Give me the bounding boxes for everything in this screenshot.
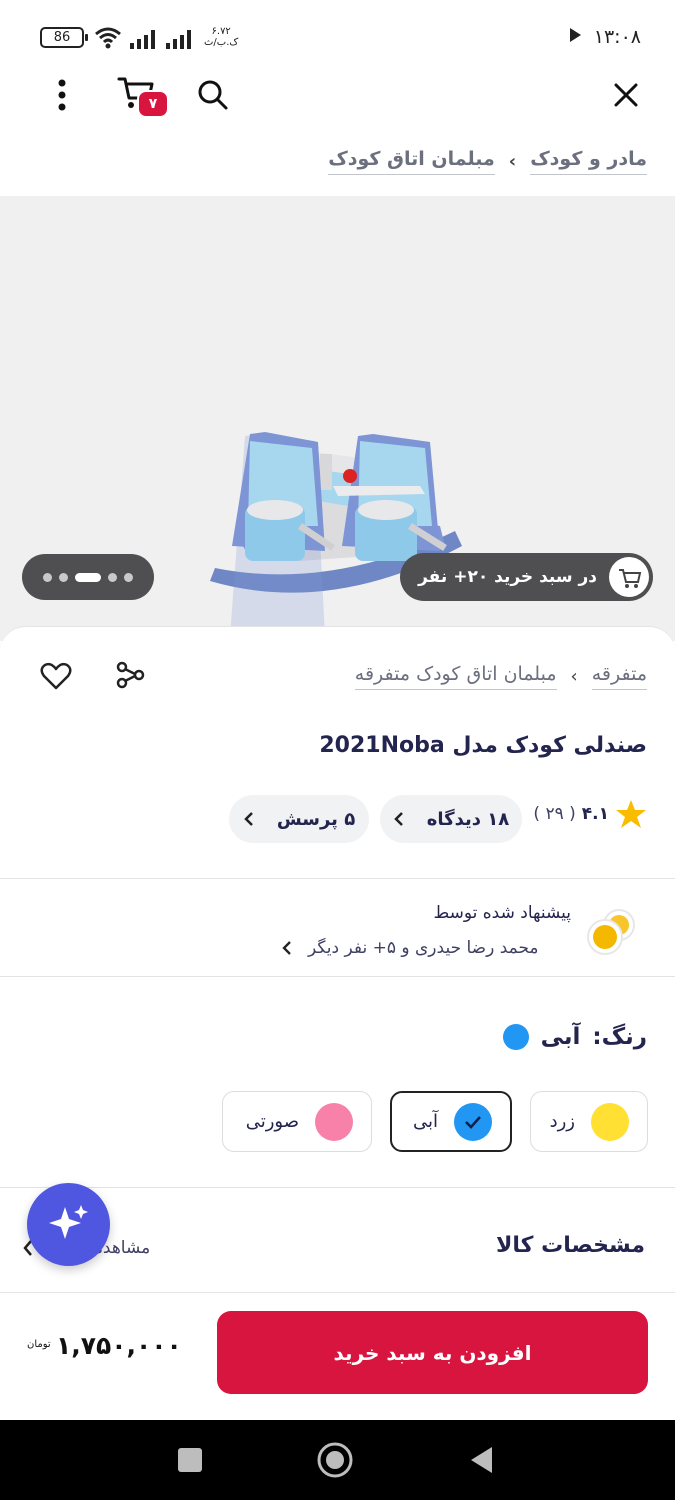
color-option-yellow[interactable]: زرد: [530, 1091, 648, 1152]
breadcrumb-separator: ›: [570, 666, 578, 687]
color-selected-dot: [502, 1024, 529, 1050]
system-navigation-bar: [0, 1420, 675, 1500]
signal-icon-1: [130, 30, 155, 49]
gallery-dot: [124, 572, 133, 582]
breadcrumb-separator: ›: [508, 151, 517, 172]
breadcrumb-item-misc[interactable]: متفرقه: [591, 663, 647, 690]
cart-popularity-pill: در سبد خرید ۲۰+ نفر: [400, 553, 653, 601]
specs-title: مشخصات کالا: [495, 1233, 645, 1258]
divider: [0, 976, 675, 977]
product-price: ۱,۷۵۰,۰۰۰: [56, 1331, 182, 1360]
suggest-badge-icon: [587, 909, 635, 955]
breadcrumb-item-kids-furniture[interactable]: مبلمان اتاق کودک: [328, 148, 495, 175]
cart-popularity-text: در سبد خرید ۲۰+ نفر: [418, 567, 597, 587]
color-option-label: صورتی: [245, 1111, 299, 1132]
suggested-by-link[interactable]: محمد رضا حیدری و ۵+ نفر دیگر: [282, 938, 539, 958]
ai-assistant-button[interactable]: [27, 1183, 110, 1266]
add-to-cart-button[interactable]: افزودن به سبد خرید: [217, 1311, 648, 1394]
breadcrumb-item-misc-furniture[interactable]: مبلمان اتاق کودک متفرقه: [354, 663, 557, 690]
signal-icon-2: [166, 30, 191, 49]
rating-value: ۴.۱: [581, 804, 609, 824]
suggested-by-title: پیشنهاد شده توسط: [433, 903, 571, 923]
yellow-swatch: [591, 1102, 629, 1141]
suggested-by-names: محمد رضا حیدری و ۵+ نفر دیگر: [308, 938, 539, 958]
product-rating: ۴.۱ ( ۲۹ ): [533, 798, 647, 830]
cart-badge: ۷: [137, 90, 169, 118]
network-speed-unit: ک.ب/ث: [204, 37, 239, 48]
sparkle-icon: [49, 1205, 88, 1239]
color-option-label: زرد: [549, 1111, 575, 1132]
network-speed: ۶.۷۲ ک.ب/ث: [204, 26, 238, 48]
blue-swatch: [454, 1102, 492, 1141]
battery-indicator: 86: [40, 27, 88, 48]
reviews-chip[interactable]: ۱۸ دیدگاه: [380, 795, 522, 843]
cart-button[interactable]: ۷: [116, 74, 172, 120]
color-label: رنگ: آبی: [502, 1024, 647, 1050]
chevron-left-icon: [282, 941, 291, 955]
rating-count: ( ۲۹ ): [533, 804, 576, 824]
gallery-dot: [108, 572, 117, 582]
color-option-blue[interactable]: آبی: [390, 1091, 512, 1152]
divider: [0, 878, 675, 879]
color-option-pink[interactable]: صورتی: [222, 1091, 372, 1152]
close-icon[interactable]: [613, 82, 639, 108]
check-icon: [465, 1115, 481, 1129]
questions-chip[interactable]: ۵ پرسش: [229, 795, 369, 843]
gallery-dot-active: [75, 572, 101, 582]
breadcrumb-item-mother-child[interactable]: مادر و کودک: [530, 148, 647, 175]
reviews-chip-label: ۱۸ دیدگاه: [426, 808, 510, 830]
home-icon[interactable]: [316, 1441, 354, 1479]
color-selected-name: آبی: [540, 1024, 581, 1050]
chevron-left-icon: [393, 812, 403, 826]
gallery-pagination: [22, 554, 154, 600]
app-header: ۷: [0, 62, 675, 134]
recent-apps-icon[interactable]: [178, 1448, 202, 1472]
questions-chip-label: ۵ پرسش: [276, 808, 356, 830]
color-option-label: آبی: [412, 1111, 438, 1132]
search-icon[interactable]: [196, 78, 230, 112]
product-breadcrumb: متفرقه › مبلمان اتاق کودک متفرقه: [354, 663, 647, 690]
heart-icon[interactable]: [40, 662, 72, 690]
cart-people-icon: [609, 557, 649, 597]
media-play-icon: [570, 28, 581, 42]
back-icon[interactable]: [468, 1445, 494, 1475]
color-label-text: رنگ:: [592, 1024, 647, 1050]
pink-swatch: [315, 1102, 353, 1141]
gallery-dot: [59, 572, 68, 582]
star-icon: [616, 800, 646, 828]
breadcrumb: مادر و کودک › مبلمان اتاق کودک: [328, 148, 647, 175]
more-options-icon[interactable]: [54, 78, 70, 112]
share-icon[interactable]: [115, 660, 145, 690]
product-title: صندلی کودک مدل 2021Noba: [319, 733, 647, 758]
status-bar: ۱۳:۰۸ 86 ۶.۷۲ ک.ب/ث: [0, 0, 675, 62]
chevron-left-icon: [244, 812, 253, 826]
gallery-dot: [43, 572, 52, 582]
network-speed-value: ۶.۷۲: [211, 26, 231, 37]
wifi-icon: [95, 27, 121, 49]
status-time: ۱۳:۰۸: [593, 26, 641, 48]
price-currency: تومان: [27, 1339, 51, 1350]
